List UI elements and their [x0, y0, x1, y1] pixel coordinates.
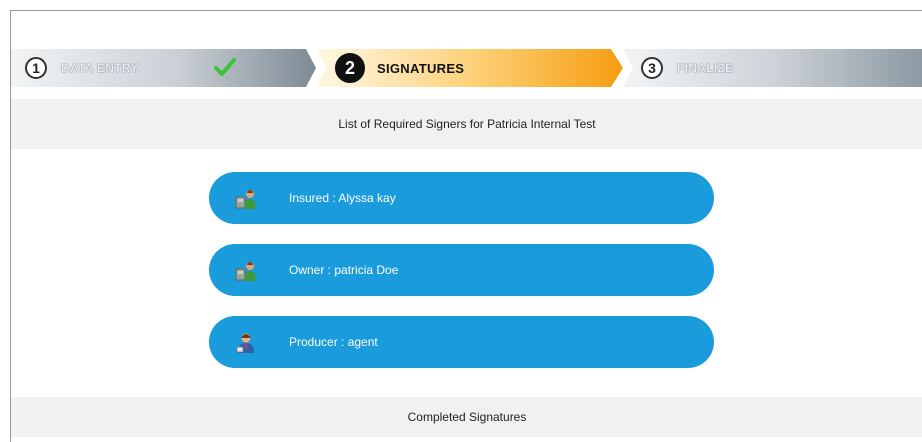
step-data-entry[interactable]: 1 DATA ENTRY [25, 49, 139, 87]
owner-person-icon [235, 262, 256, 281]
insured-person-icon [235, 190, 256, 209]
checkmark-icon [214, 58, 236, 76]
step-3-number: 3 [641, 57, 663, 79]
step-1-label: DATA ENTRY [61, 61, 139, 75]
step-1-number: 1 [25, 57, 47, 79]
progress-stepper: 1 DATA ENTRY 2 SIGNATURES 3 FINALIZE [11, 49, 922, 87]
required-signers-header: List of Required Signers for Patricia In… [11, 99, 922, 149]
completed-signatures-title: Completed Signatures [407, 410, 527, 424]
signer-producer-button[interactable]: Producer : agent [209, 316, 714, 368]
completed-signatures-header: Completed Signatures [11, 397, 922, 437]
signer-insured-label: Insured : Alyssa kay [289, 191, 396, 205]
signature-panel: 1 DATA ENTRY 2 SIGNATURES 3 FINALIZE Lis… [10, 10, 922, 442]
step-2-number: 2 [335, 53, 365, 83]
signer-insured-button[interactable]: Insured : Alyssa kay [209, 172, 714, 224]
step-3-label: FINALIZE [677, 61, 734, 75]
step-2-label: SIGNATURES [377, 60, 465, 76]
signer-producer-label: Producer : agent [289, 335, 378, 349]
signer-owner-button[interactable]: Owner : patricia Doe [209, 244, 714, 296]
agent-person-icon [236, 333, 254, 353]
step-finalize[interactable]: 3 FINALIZE [641, 49, 733, 87]
required-signers-title: List of Required Signers for Patricia In… [338, 117, 596, 131]
signer-owner-label: Owner : patricia Doe [289, 263, 399, 277]
step-signatures[interactable]: 2 SIGNATURES [335, 49, 464, 87]
stepper-background [11, 49, 922, 87]
